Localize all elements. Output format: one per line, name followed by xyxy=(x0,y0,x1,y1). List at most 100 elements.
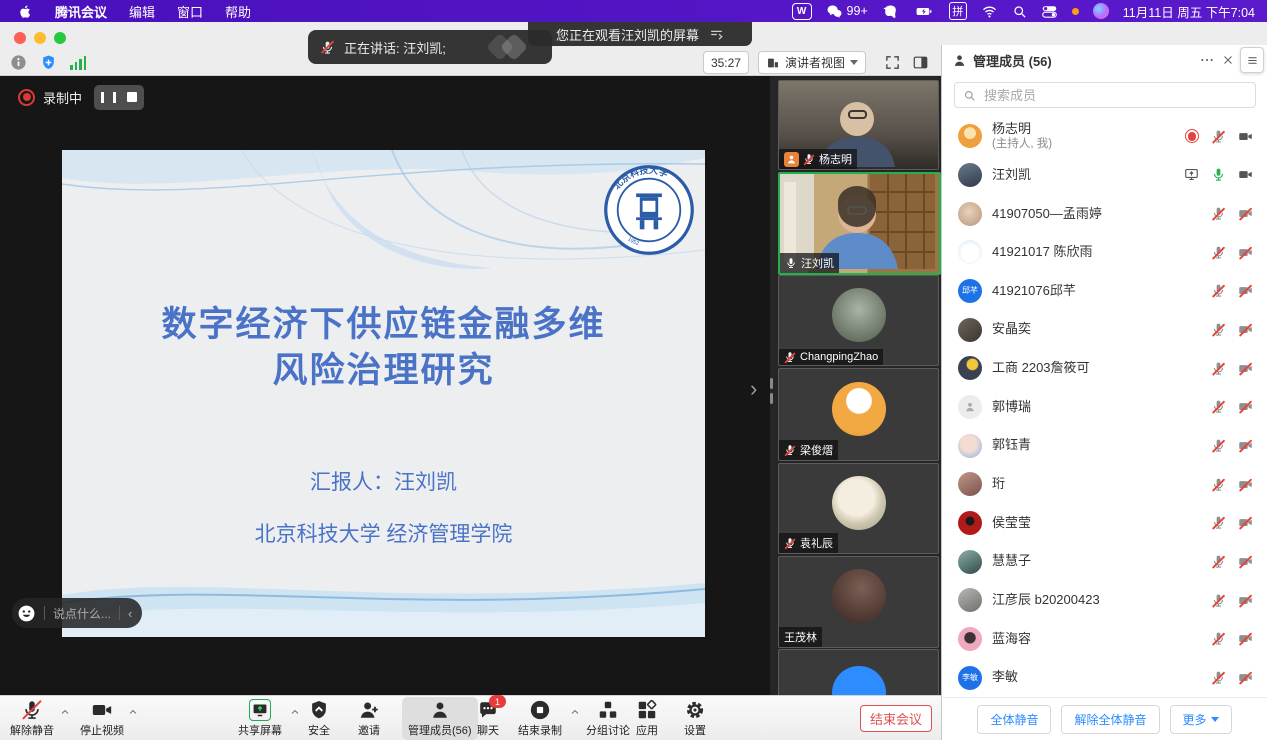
member-row[interactable]: 邱芊 41921076邱芊 xyxy=(942,272,1267,311)
control-center-icon[interactable] xyxy=(1041,3,1058,20)
side-panel-toggle-icon[interactable] xyxy=(912,54,929,71)
zoom-window-button[interactable] xyxy=(54,32,66,44)
stop-video-button[interactable]: 停止视频 xyxy=(80,699,124,738)
chat-button[interactable]: 1 聊天 xyxy=(477,699,499,738)
fullscreen-icon[interactable] xyxy=(884,54,901,71)
collapse-chat-icon[interactable]: ‹ xyxy=(128,606,132,621)
mic-muted-icon[interactable] xyxy=(1211,554,1226,569)
camera-off-icon[interactable] xyxy=(1238,631,1253,646)
camera-off-icon[interactable] xyxy=(1238,322,1253,337)
camera-off-icon[interactable] xyxy=(1238,245,1253,260)
camera-off-icon[interactable] xyxy=(1238,477,1253,492)
expand-panel-chevron-icon[interactable]: › xyxy=(750,378,757,400)
menu-help[interactable]: 帮助 xyxy=(225,2,251,21)
camera-off-icon[interactable] xyxy=(1238,554,1253,569)
pause-recording-button[interactable] xyxy=(101,92,116,103)
camera-off-icon[interactable] xyxy=(1238,515,1253,530)
mic-muted-icon[interactable] xyxy=(1211,593,1226,608)
camera-off-icon[interactable] xyxy=(1238,670,1253,685)
view-mode-dropdown[interactable]: 演讲者视图 xyxy=(758,51,866,74)
menubar-datetime[interactable]: 11月11日 周五 下午7:04 xyxy=(1123,2,1255,21)
camera-off-icon[interactable] xyxy=(1238,399,1253,414)
panel-menu-button[interactable] xyxy=(1240,47,1264,73)
network-signal-icon[interactable] xyxy=(70,56,86,70)
emoji-smiley-icon[interactable] xyxy=(17,604,36,623)
end-meeting-button[interactable]: 结束会议 xyxy=(860,705,932,732)
breakout-rooms-button[interactable]: 分组讨论 xyxy=(586,699,630,738)
spotlight-search-icon[interactable] xyxy=(1012,4,1027,19)
more-button[interactable]: 更多 xyxy=(1170,705,1232,734)
battery-icon[interactable] xyxy=(913,3,935,20)
share-options-chevron-icon[interactable] xyxy=(290,707,300,717)
close-window-button[interactable] xyxy=(14,32,26,44)
member-row[interactable]: 蓝海容 xyxy=(942,620,1267,659)
manage-members-button[interactable]: 管理成员(56) xyxy=(402,697,478,740)
mic-muted-icon[interactable] xyxy=(1211,399,1226,414)
wifi-icon[interactable] xyxy=(981,3,998,20)
member-row[interactable]: 郭博瑞 xyxy=(942,388,1267,427)
record-options-chevron-icon[interactable] xyxy=(570,707,580,717)
camera-off-icon[interactable] xyxy=(1238,593,1253,608)
invite-button[interactable]: 邀请 xyxy=(358,699,380,738)
video-tile-active-speaker[interactable]: 汪刘凯 xyxy=(778,172,941,275)
unmute-all-button[interactable]: 解除全体静音 xyxy=(1061,705,1159,734)
quick-chat-pill[interactable]: 说点什么... ‹ xyxy=(12,598,142,628)
mic-options-chevron-icon[interactable] xyxy=(60,707,70,717)
video-tile[interactable]: ChangpingZhao xyxy=(778,275,939,366)
strip-resize-handle[interactable] xyxy=(770,378,774,404)
mic-muted-icon[interactable] xyxy=(1211,477,1226,492)
member-row[interactable]: 杨志明(主持人, 我) xyxy=(942,117,1267,156)
apple-icon[interactable] xyxy=(18,4,33,19)
video-tile[interactable]: 杨志明 xyxy=(778,80,939,170)
mic-muted-icon[interactable] xyxy=(1211,129,1226,144)
member-row[interactable]: 郭钰青 xyxy=(942,426,1267,465)
evernote-icon[interactable] xyxy=(882,3,899,20)
camera-off-icon[interactable] xyxy=(1238,283,1253,298)
meeting-info-icon[interactable] xyxy=(10,54,27,71)
minimize-window-button[interactable] xyxy=(34,32,46,44)
member-row[interactable]: 江彦辰 b20200423 xyxy=(942,581,1267,620)
video-tile[interactable]: 王茂林 xyxy=(778,556,939,648)
member-row[interactable]: 工商 2203詹筱可 xyxy=(942,349,1267,388)
mic-muted-icon[interactable] xyxy=(1211,631,1226,646)
video-tile[interactable]: 梁俊熠 xyxy=(778,368,939,461)
menu-window[interactable]: 窗口 xyxy=(177,2,203,21)
camera-off-icon[interactable] xyxy=(1238,206,1253,221)
menu-app-name[interactable]: 腾讯会议 xyxy=(55,2,107,21)
input-method-icon[interactable]: 拼 xyxy=(949,2,967,20)
mic-muted-icon[interactable] xyxy=(1211,438,1226,453)
video-options-chevron-icon[interactable] xyxy=(128,707,138,717)
mute-all-button[interactable]: 全体静音 xyxy=(977,705,1051,734)
mic-muted-icon[interactable] xyxy=(1211,322,1226,337)
mic-muted-icon[interactable] xyxy=(1211,206,1226,221)
mic-muted-icon[interactable] xyxy=(1211,245,1226,260)
mic-muted-icon[interactable] xyxy=(1211,670,1226,685)
apps-button[interactable]: 应用 xyxy=(636,699,658,738)
camera-on-icon[interactable] xyxy=(1238,167,1253,182)
camera-off-icon[interactable] xyxy=(1238,361,1253,376)
member-search-input[interactable] xyxy=(982,87,1247,104)
stop-record-button[interactable]: 结束录制 xyxy=(518,699,562,738)
wechat-status[interactable]: 99+ xyxy=(826,3,868,20)
close-panel-icon[interactable] xyxy=(1221,53,1235,67)
member-row[interactable]: 李敏 李敏 xyxy=(942,658,1267,697)
meeting-status-icon[interactable]: W xyxy=(792,3,812,20)
unmute-button[interactable]: 解除静音 xyxy=(10,699,54,738)
member-row[interactable]: 41907050—孟雨婷 xyxy=(942,194,1267,233)
menu-edit[interactable]: 编辑 xyxy=(129,2,155,21)
siri-icon[interactable] xyxy=(1093,3,1109,19)
member-row[interactable]: 珩 xyxy=(942,465,1267,504)
share-screen-button[interactable]: 共享屏幕 xyxy=(238,699,282,738)
member-row[interactable]: 汪刘凯 xyxy=(942,156,1267,195)
mic-muted-icon[interactable] xyxy=(1211,283,1226,298)
member-row[interactable]: 侯莹莹 xyxy=(942,504,1267,543)
member-row[interactable]: 安晶奕 xyxy=(942,310,1267,349)
chat-input-placeholder[interactable]: 说点什么... xyxy=(53,605,111,622)
stop-recording-button[interactable] xyxy=(127,92,137,102)
settings-button[interactable]: 设置 xyxy=(684,699,706,738)
mic-muted-icon[interactable] xyxy=(1211,361,1226,376)
member-row[interactable]: 慧慧子 xyxy=(942,542,1267,581)
security-button[interactable]: 安全 xyxy=(308,699,330,738)
camera-on-icon[interactable] xyxy=(1238,129,1253,144)
mic-on-icon[interactable] xyxy=(1211,167,1226,182)
